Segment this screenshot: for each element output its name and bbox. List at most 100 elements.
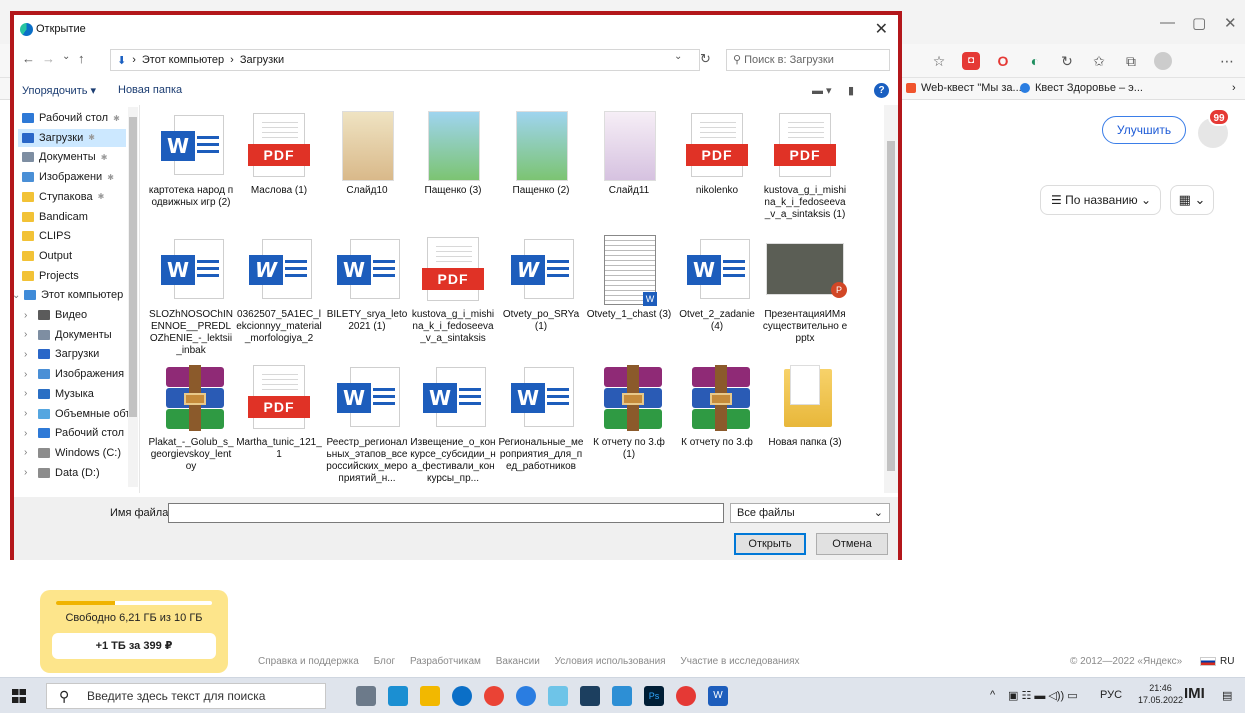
- chevron-right-icon[interactable]: ›: [24, 467, 27, 478]
- footer-link-help[interactable]: Справка и поддержка: [258, 656, 359, 667]
- photos-icon[interactable]: [612, 686, 632, 706]
- recent-chevron-icon[interactable]: ⌄: [62, 51, 70, 62]
- organize-menu[interactable]: Упорядочить ▾: [22, 84, 96, 97]
- chevron-right-icon[interactable]: ›: [24, 349, 27, 360]
- file-item[interactable]: W Otvet_2_zadanie (4): [674, 233, 760, 333]
- navigation-scrollbar[interactable]: [128, 107, 138, 487]
- nav-item[interactable]: Output: [22, 247, 72, 265]
- file-item[interactable]: Слайд10: [324, 109, 410, 197]
- windows-start-icon[interactable]: [12, 689, 26, 703]
- minimize-icon[interactable]: —: [1160, 14, 1175, 31]
- file-item[interactable]: W BILETY_srya_leto2021 (1): [324, 233, 410, 333]
- nav-item[interactable]: CLIPS: [22, 227, 71, 245]
- footer-link-blog[interactable]: Блог: [374, 656, 396, 667]
- nav-item[interactable]: › Windows (C:): [24, 444, 121, 462]
- taskbar-search[interactable]: ⚲ Введите здесь текст для поиска: [46, 683, 326, 709]
- language-switch[interactable]: RU: [1200, 656, 1234, 667]
- preview-pane-icon[interactable]: ▮: [848, 84, 854, 97]
- opera-icon[interactable]: O: [994, 52, 1012, 70]
- bookmarks-more-icon[interactable]: ›: [1232, 82, 1236, 94]
- more-icon[interactable]: ⋯: [1218, 52, 1236, 70]
- chrome-icon[interactable]: [484, 686, 504, 706]
- footer-link-developers[interactable]: Разработчикам: [410, 656, 481, 667]
- refresh-icon[interactable]: ↻: [700, 51, 711, 67]
- new-folder-button[interactable]: Новая папка: [118, 84, 182, 96]
- filetype-select[interactable]: Все файлы ⌄: [730, 503, 890, 523]
- favorites-bar-icon[interactable]: ✩: [1090, 52, 1108, 70]
- close-window-icon[interactable]: ✕: [1224, 14, 1237, 32]
- view-mode-button[interactable]: ▦ ⌄: [1170, 185, 1214, 215]
- sort-dropdown[interactable]: ☰ По названию ⌄: [1040, 185, 1161, 215]
- media-player-icon[interactable]: [580, 686, 600, 706]
- file-item[interactable]: PDF kustova_g_i_mishina_k_i_fedoseeva_v_a…: [410, 233, 496, 345]
- file-item[interactable]: W Извещение_о_конкурсе_субсидии_на_фестив…: [410, 361, 496, 485]
- word-icon[interactable]: W: [708, 686, 728, 706]
- chevron-right-icon[interactable]: ›: [24, 408, 27, 419]
- file-item[interactable]: К отчету по 3.ф: [674, 361, 760, 449]
- input-language[interactable]: РУС: [1100, 689, 1122, 701]
- file-item[interactable]: W SLOZhNOSOChINENNOE__PREDLOZhENIE_-_lekt…: [148, 233, 234, 357]
- nav-item[interactable]: › Видео: [24, 306, 87, 324]
- maximize-icon[interactable]: ▢: [1192, 14, 1206, 32]
- nav-item[interactable]: Bandicam: [22, 208, 88, 226]
- file-item[interactable]: PDF kustova_g_i_mishina_k_i_fedoseeva_v_a…: [762, 109, 848, 221]
- chevron-right-icon[interactable]: ›: [24, 369, 27, 380]
- file-item[interactable]: W Otvety_1_chast (3): [586, 233, 672, 321]
- nav-item[interactable]: Загрузки ✱: [18, 128, 126, 147]
- refresh-extension-icon[interactable]: ↻: [1058, 52, 1076, 70]
- file-item[interactable]: Plakat_-_Golub_s_georgievskoy_lentoy: [148, 361, 234, 473]
- edge-taskbar-icon[interactable]: [452, 686, 472, 706]
- clock[interactable]: 21:46 17.05.2022: [1138, 682, 1183, 706]
- file-list-scroll-thumb[interactable]: [887, 141, 895, 471]
- nav-item[interactable]: › Изображения: [24, 365, 124, 383]
- file-item[interactable]: Новая папка (3): [762, 361, 848, 449]
- nav-item[interactable]: Документы ✱: [22, 148, 107, 166]
- open-button[interactable]: Открыть: [734, 533, 806, 555]
- tray-chevron-icon[interactable]: ^: [990, 689, 995, 701]
- back-icon[interactable]: ←: [22, 51, 35, 66]
- edge-icon[interactable]: ◐: [1026, 52, 1044, 70]
- file-item[interactable]: PDF nikolenko: [674, 109, 760, 197]
- file-item[interactable]: W Реестр_региональных_этапов_всероссийски…: [324, 361, 410, 485]
- path-input[interactable]: ⬇ › Этот компьютер › Загрузки: [110, 49, 700, 71]
- upgrade-button[interactable]: Улучшить: [1102, 116, 1186, 144]
- buy-storage-button[interactable]: +1 ТБ за 399 ₽: [52, 633, 216, 659]
- navigation-scroll-thumb[interactable]: [129, 117, 137, 417]
- bookmark-webquest[interactable]: Web-квест "Мы за...: [906, 82, 1022, 94]
- nav-item[interactable]: › Загрузки: [24, 345, 99, 363]
- file-list-scrollbar[interactable]: [884, 105, 898, 493]
- path-dropdown-icon[interactable]: ⌄: [674, 51, 682, 62]
- up-icon[interactable]: ↑: [78, 51, 85, 66]
- browser-app-icon[interactable]: [516, 686, 536, 706]
- breadcrumb-this-pc[interactable]: Этот компьютер: [142, 54, 224, 66]
- filename-input[interactable]: [168, 503, 724, 523]
- search-input[interactable]: ⚲ Поиск в: Загрузки: [726, 49, 890, 71]
- tray-icons[interactable]: ▣ ☷ ▬ ◁)) ▭: [1008, 689, 1078, 702]
- file-explorer-icon[interactable]: [420, 686, 440, 706]
- chevron-right-icon[interactable]: ›: [24, 329, 27, 340]
- nav-item[interactable]: › Data (D:): [24, 464, 100, 482]
- nav-item[interactable]: › Рабочий стол: [24, 424, 124, 442]
- nav-item[interactable]: Рабочий стол ✱: [22, 109, 120, 127]
- chevron-right-icon[interactable]: ›: [24, 428, 27, 439]
- file-item[interactable]: PDF Маслова (1): [236, 109, 322, 197]
- footer-link-terms[interactable]: Условия использования: [555, 656, 666, 667]
- file-item[interactable]: Слайд11: [586, 109, 672, 197]
- yandex-browser-icon[interactable]: [676, 686, 696, 706]
- cancel-button[interactable]: Отмена: [816, 533, 888, 555]
- nav-item[interactable]: Изображени ✱: [22, 168, 114, 186]
- profile-icon[interactable]: [1154, 52, 1172, 70]
- notifications-icon[interactable]: ▤: [1222, 689, 1232, 702]
- bookmark-health-quest[interactable]: Квест Здоровье – э...: [1020, 82, 1143, 94]
- chevron-right-icon[interactable]: ›: [24, 310, 27, 321]
- nav-item[interactable]: ⌄ Этот компьютер: [14, 286, 123, 304]
- footer-link-research[interactable]: Участие в исследованиях: [680, 656, 799, 667]
- nav-item[interactable]: › Документы: [24, 326, 112, 344]
- favorite-icon[interactable]: ☆: [930, 52, 948, 70]
- forward-icon[interactable]: →: [42, 51, 55, 66]
- footer-link-jobs[interactable]: Вакансии: [496, 656, 540, 667]
- collections-icon[interactable]: ⧉: [1122, 52, 1140, 70]
- file-item[interactable]: Пащенко (2): [498, 109, 584, 197]
- file-item[interactable]: Пащенко (3): [410, 109, 496, 197]
- chevron-right-icon[interactable]: ›: [24, 447, 27, 458]
